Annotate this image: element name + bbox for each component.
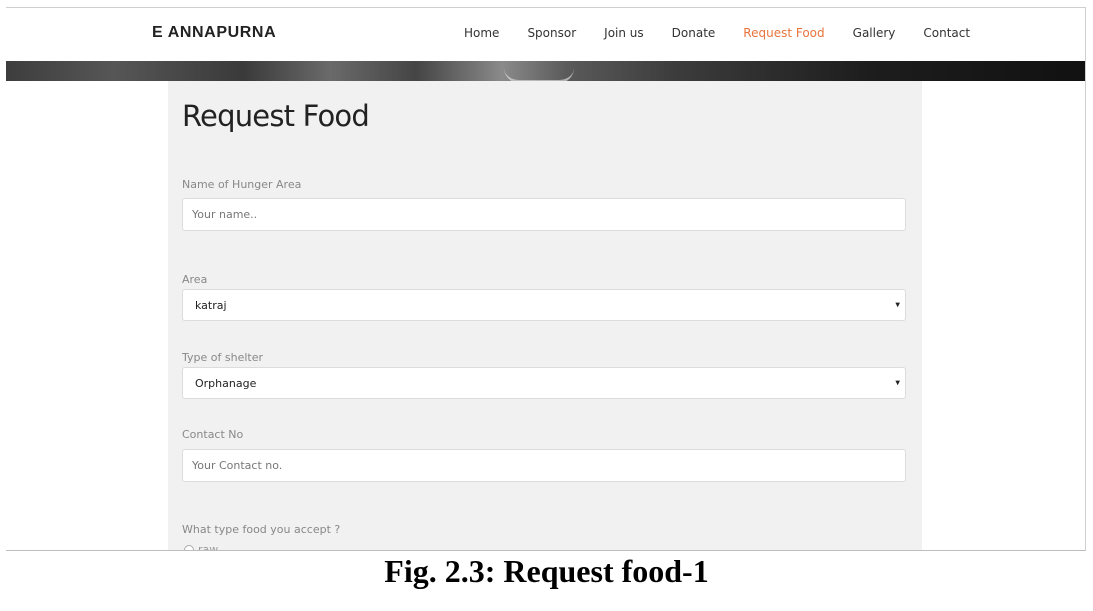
hunger-area-label: Name of Hunger Area [182, 178, 302, 191]
hunger-area-placeholder: Your name.. [192, 208, 258, 221]
chevron-down-icon: ▼ [895, 379, 900, 387]
food-type-option-label: raw [198, 543, 219, 551]
nav-contact[interactable]: Contact [923, 26, 970, 40]
nav-join-us[interactable]: Join us [604, 26, 644, 40]
brand-logo[interactable]: E ANNAPURNA [152, 24, 276, 42]
area-select[interactable]: katraj ▼ [182, 289, 906, 321]
contact-label: Contact No [182, 428, 244, 441]
page-title: Request Food [182, 99, 370, 133]
shelter-select[interactable]: Orphanage ▼ [182, 367, 906, 399]
nav-sponsor[interactable]: Sponsor [527, 26, 576, 40]
food-type-option-raw[interactable]: raw [184, 543, 219, 551]
nav-gallery[interactable]: Gallery [853, 26, 896, 40]
food-type-label: What type food you accept ? [182, 523, 341, 536]
shelter-select-value: Orphanage [195, 376, 257, 390]
area-select-value: katraj [195, 298, 227, 312]
hunger-area-input[interactable]: Your name.. [182, 198, 906, 231]
contact-input[interactable]: Your Contact no. [182, 449, 906, 482]
nav-home[interactable]: Home [464, 26, 499, 40]
nav-donate[interactable]: Donate [672, 26, 716, 40]
nav-menu: Home Sponsor Join us Donate Request Food… [464, 26, 998, 40]
figure-caption: Fig. 2.3: Request food-1 [384, 553, 709, 589]
nav-request-food[interactable]: Request Food [743, 26, 824, 40]
contact-placeholder: Your Contact no. [192, 459, 283, 472]
request-food-form: Request Food Name of Hunger Area Your na… [168, 81, 922, 550]
shelter-label: Type of shelter [182, 351, 263, 364]
radio-button[interactable] [184, 544, 194, 550]
browser-frame: E ANNAPURNA Home Sponsor Join us Donate … [6, 7, 1086, 551]
navbar: E ANNAPURNA Home Sponsor Join us Donate … [6, 8, 1085, 61]
area-label: Area [182, 273, 208, 286]
chevron-down-icon: ▼ [895, 301, 900, 309]
